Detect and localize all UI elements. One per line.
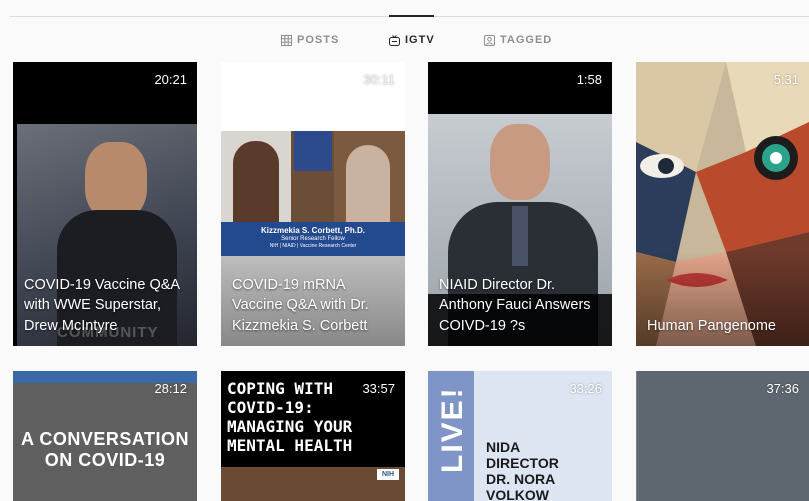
tagged-icon [484,34,495,46]
person-figure [490,124,550,200]
video-overlay-text: A CONVERSATION ON COVID-19 [20,429,189,470]
tab-posts-label: POSTS [297,34,340,46]
video-title: Human Pangenome [647,317,776,334]
video-tile[interactable]: COMMUNITY 20:21 COVID-19 Vaccine Q&A wit… [13,62,197,346]
video-duration: 30:11 [363,72,395,87]
video-title: COVID-19 Vaccine Q&A with WWE Superstar,… [24,276,180,334]
active-tab-indicator [389,15,434,17]
tab-tagged[interactable]: TAGGED [484,33,552,47]
banner-name: Kizzmekia S. Corbett, Ph.D. [260,226,366,235]
tile-edge [636,371,637,501]
video-title: NIAID Director Dr. Anthony Fauci Answers… [439,276,591,334]
person-figure [346,145,390,231]
video-duration: 20:21 [154,72,187,87]
person-figure [233,141,279,231]
video-tile[interactable]: 37:36 [636,371,809,501]
video-duration: 5:31 [773,72,799,87]
video-overlay-text: NIDA DIRECTOR DR. NORA VOLKOW [486,439,559,501]
interpreter-panel [294,131,332,171]
video-duration: 28:12 [154,381,187,396]
video-overlay-text: COPING WITH COVID-19: MANAGING YOUR MENT… [227,379,353,455]
video-tile[interactable]: Kizzmekia S. Corbett, Ph.D. Senior Resea… [221,62,405,346]
person-figure [85,142,147,220]
video-title: COVID-19 mRNA Vaccine Q&A with Dr. Kizzm… [232,276,369,334]
banner-org: NIH | NIAID | Vaccine Research Center [269,243,357,249]
video-tile[interactable]: 1:58 NIAID Director Dr. Anthony Fauci An… [428,62,612,346]
video-side-text: LIVE! [436,386,469,473]
tab-igtv-label: IGTV [405,34,435,46]
video-duration: 33:57 [362,381,395,396]
video-tile[interactable]: COPING WITH COVID-19: MANAGING YOUR MENT… [221,371,405,501]
video-tile[interactable]: A CONVERSATION ON COVID-19 28:12 [13,371,197,501]
video-duration: 33:26 [569,381,602,396]
tab-posts[interactable]: POSTS [281,33,339,47]
video-duration: 37:36 [766,381,799,396]
grid-icon [281,34,292,46]
video-tile[interactable]: LIVE! NIDA DIRECTOR DR. NORA VOLKOW 33:2… [428,371,612,501]
tab-igtv[interactable]: IGTV [389,33,435,47]
video-tile[interactable]: 5:31 Human Pangenome [636,62,809,346]
nih-badge: NIH [377,469,399,480]
video-duration: 1:58 [576,72,602,87]
tie-shape [512,206,528,266]
banner-role: Senior Research Fellow [281,236,345,242]
name-banner: Kizzmekia S. Corbett, Ph.D. Senior Resea… [221,222,405,256]
tab-tagged-label: TAGGED [500,34,553,46]
igtv-icon [389,34,400,46]
